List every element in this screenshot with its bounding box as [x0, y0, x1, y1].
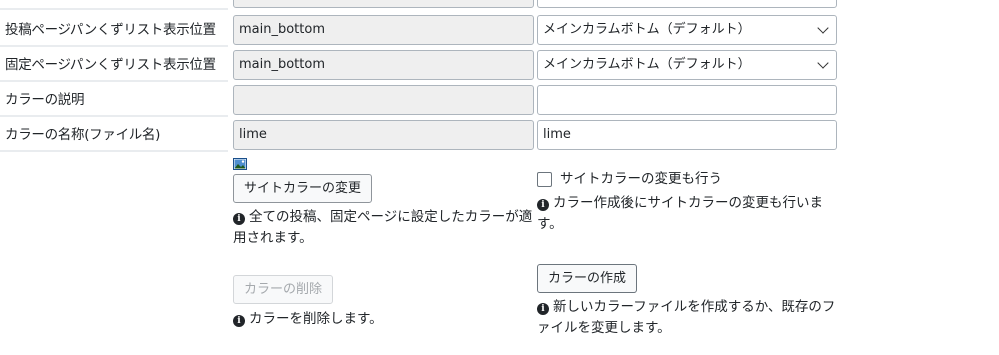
- also-change-site-color-note: i カラー作成後にサイトカラーの変更も行います。: [537, 193, 837, 235]
- image-icon: [233, 158, 247, 170]
- current-value-partial: [233, 0, 534, 8]
- select-partial[interactable]: [537, 0, 837, 8]
- chevron-down-icon: [817, 57, 829, 69]
- info-icon: i: [537, 303, 549, 315]
- row-label: カラーの説明: [0, 85, 228, 117]
- change-site-color-button[interactable]: サイトカラーの変更: [233, 174, 373, 203]
- info-icon: i: [233, 213, 245, 225]
- select-value: メインカラムボトム（デフォルト）: [543, 57, 751, 72]
- note-text: カラーを削除します。: [249, 311, 383, 327]
- note-text: 全ての投稿、固定ページに設定したカラーが適用されます。: [233, 209, 533, 246]
- breadcrumb-position-select[interactable]: メインカラムボトム（デフォルト）: [537, 15, 837, 45]
- info-icon: i: [537, 199, 549, 211]
- info-icon: i: [233, 315, 245, 327]
- row-label: 固定ページパンくずリスト表示位置: [0, 50, 228, 82]
- current-value-field: [233, 85, 534, 115]
- current-value-field: lime: [233, 120, 534, 150]
- change-site-color-note: i 全ての投稿、固定ページに設定したカラーが適用されます。: [233, 207, 533, 249]
- delete-color-note: i カラーを削除します。: [233, 309, 533, 330]
- color-description-input[interactable]: [537, 85, 837, 115]
- form-row-color-name: カラーの名称(ファイル名) lime lime: [0, 120, 840, 152]
- delete-color-button[interactable]: カラーの削除: [233, 275, 334, 304]
- form-row-page-breadcrumb: 固定ページパンくずリスト表示位置 main_bottom メインカラムボトム（デ…: [0, 50, 840, 82]
- row-partial-top: [0, 0, 840, 10]
- also-change-site-color-checkbox[interactable]: [537, 172, 552, 187]
- current-value-field: main_bottom: [233, 50, 534, 80]
- also-change-site-color-label[interactable]: サイトカラーの変更も行う: [560, 169, 722, 190]
- form-row-color-description: カラーの説明: [0, 85, 840, 117]
- create-color-button[interactable]: カラーの作成: [537, 264, 638, 293]
- create-color-note: i 新しいカラーファイルを作成するか、既存のファイルを変更します。: [537, 297, 837, 339]
- current-value-field: main_bottom: [233, 15, 534, 45]
- select-value: メインカラムボトム（デフォルト）: [543, 22, 751, 37]
- form-row-post-breadcrumb: 投稿ページパンくずリスト表示位置 main_bottom メインカラムボトム（デ…: [0, 15, 840, 47]
- color-name-input[interactable]: lime: [537, 120, 837, 150]
- row-label-partial: [0, 0, 228, 10]
- note-text: カラー作成後にサイトカラーの変更も行います。: [537, 195, 823, 232]
- note-text: 新しいカラーファイルを作成するか、既存のファイルを変更します。: [537, 299, 836, 336]
- row-label: カラーの名称(ファイル名): [0, 120, 228, 152]
- breadcrumb-position-select[interactable]: メインカラムボトム（デフォルト）: [537, 50, 837, 80]
- row-label: 投稿ページパンくずリスト表示位置: [0, 15, 228, 47]
- chevron-down-icon: [817, 22, 829, 34]
